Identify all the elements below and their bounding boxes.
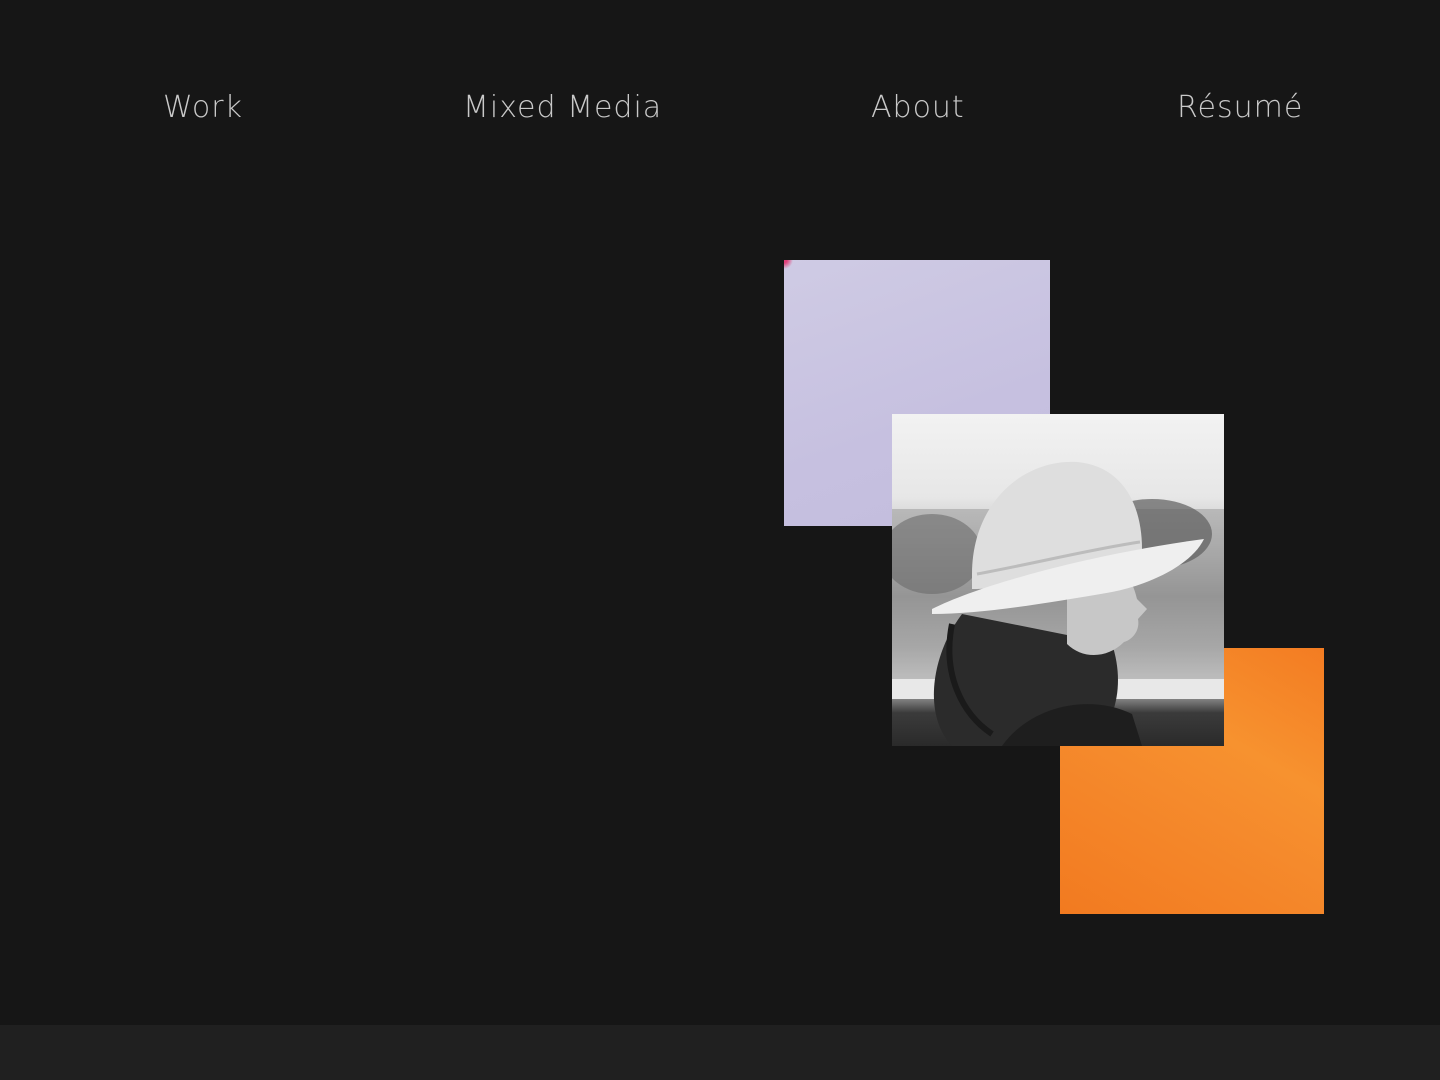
nav-link-work[interactable]: Work xyxy=(163,88,243,128)
nav-link-about[interactable]: About xyxy=(871,88,965,128)
nav-link-resume[interactable]: Résumé xyxy=(1177,88,1303,128)
main-navigation: Work Mixed Media About Résumé xyxy=(0,0,1440,220)
portrait-photo xyxy=(892,414,1224,746)
orange-color-tile xyxy=(1060,648,1324,914)
nav-link-mixed-media[interactable]: Mixed Media xyxy=(463,88,662,128)
footer-bar xyxy=(0,1025,1440,1080)
portrait-illustration xyxy=(892,461,1224,746)
lilac-color-tile xyxy=(784,260,1050,526)
pink-corner-accent xyxy=(784,260,794,270)
